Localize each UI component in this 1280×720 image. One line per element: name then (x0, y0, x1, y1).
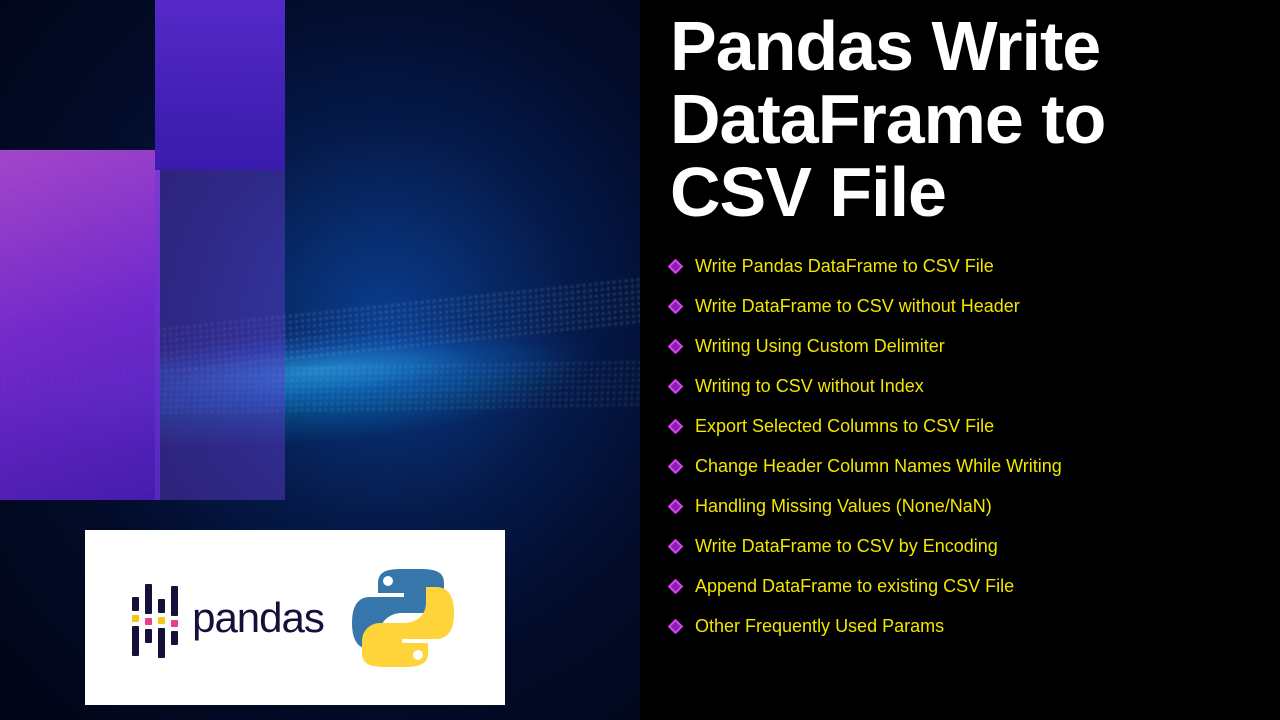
list-item: Other Frequently Used Params (670, 616, 1250, 637)
bullet-text: Change Header Column Names While Writing (695, 456, 1062, 477)
list-item: Change Header Column Names While Writing (670, 456, 1250, 477)
bullet-text: Other Frequently Used Params (695, 616, 944, 637)
list-item: Write Pandas DataFrame to CSV File (670, 256, 1250, 277)
topic-list: Write Pandas DataFrame to CSV File Write… (670, 256, 1250, 637)
pandas-logo: pandas (132, 583, 324, 653)
bullet-text: Write DataFrame to CSV without Header (695, 296, 1020, 317)
diamond-bullet-icon (670, 461, 681, 472)
diamond-bullet-icon (670, 301, 681, 312)
list-item: Write DataFrame to CSV by Encoding (670, 536, 1250, 557)
left-graphic-panel: pandas (0, 0, 640, 720)
pandas-wordmark: pandas (192, 594, 324, 642)
pandas-bars-icon (132, 583, 178, 653)
bullet-text: Write DataFrame to CSV by Encoding (695, 536, 998, 557)
logo-card: pandas (85, 530, 505, 705)
purple-overlay-mid-translucent (155, 150, 285, 500)
bullet-text: Export Selected Columns to CSV File (695, 416, 994, 437)
content-panel: Pandas Write DataFrame to CSV File Write… (640, 0, 1280, 720)
bullet-text: Handling Missing Values (None/NaN) (695, 496, 992, 517)
bullet-text: Writing to CSV without Index (695, 376, 924, 397)
bullet-text: Append DataFrame to existing CSV File (695, 576, 1014, 597)
diamond-bullet-icon (670, 381, 681, 392)
diamond-bullet-icon (670, 341, 681, 352)
purple-overlay-left (0, 150, 160, 500)
list-item: Writing Using Custom Delimiter (670, 336, 1250, 357)
diamond-bullet-icon (670, 261, 681, 272)
list-item: Append DataFrame to existing CSV File (670, 576, 1250, 597)
list-item: Export Selected Columns to CSV File (670, 416, 1250, 437)
diamond-bullet-icon (670, 541, 681, 552)
diamond-bullet-icon (670, 421, 681, 432)
diamond-bullet-icon (670, 581, 681, 592)
diamond-bullet-icon (670, 621, 681, 632)
list-item: Writing to CSV without Index (670, 376, 1250, 397)
python-logo-icon (348, 563, 458, 673)
purple-overlay-top (155, 0, 285, 170)
bullet-text: Write Pandas DataFrame to CSV File (695, 256, 994, 277)
slide-title: Pandas Write DataFrame to CSV File (670, 10, 1250, 228)
list-item: Write DataFrame to CSV without Header (670, 296, 1250, 317)
list-item: Handling Missing Values (None/NaN) (670, 496, 1250, 517)
diamond-bullet-icon (670, 501, 681, 512)
bullet-text: Writing Using Custom Delimiter (695, 336, 945, 357)
